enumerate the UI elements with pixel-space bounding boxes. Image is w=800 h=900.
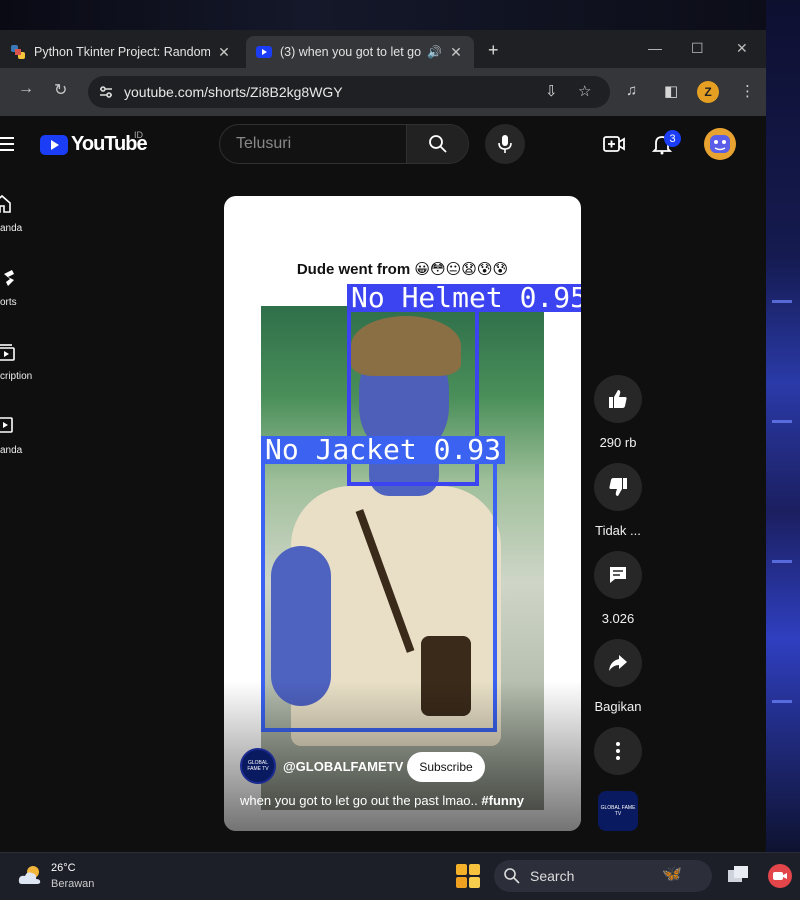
notification-badge: 3	[664, 130, 681, 147]
search-button[interactable]	[406, 125, 468, 163]
comment-button[interactable]	[594, 551, 642, 599]
share-label: Bagikan	[594, 699, 642, 714]
video-overlay-caption: Dude went from 😀😳😐😧😰😰	[296, 261, 509, 278]
minimize-icon[interactable]: —	[648, 40, 662, 56]
install-app-icon[interactable]: ⇩	[545, 82, 558, 100]
voice-search-button[interactable]	[485, 124, 525, 164]
maximize-icon[interactable]: ☐	[691, 40, 704, 57]
comment-icon	[610, 567, 626, 583]
media-control-icon[interactable]: ♫	[626, 82, 637, 99]
create-video-icon[interactable]	[602, 132, 626, 156]
youtube-logo[interactable]: YouTube	[40, 133, 148, 156]
video-bottom-gradient	[224, 681, 581, 831]
desktop-background	[0, 0, 766, 30]
hamburger-menu-icon[interactable]	[0, 137, 14, 151]
country-code: ID	[134, 130, 143, 140]
more-action	[594, 727, 642, 775]
subscriptions-icon	[0, 344, 15, 361]
weather-description: Berawan	[51, 878, 95, 890]
share-action: Bagikan	[594, 639, 642, 714]
search-icon	[428, 135, 447, 153]
speaker-icon[interactable]: 🔊	[427, 45, 442, 59]
cloudy-weather-icon[interactable]	[18, 864, 44, 886]
site-info-icon[interactable]	[98, 84, 114, 100]
close-tab-icon[interactable]: ✕	[448, 44, 464, 61]
dislike-button[interactable]	[594, 463, 642, 511]
share-button[interactable]	[594, 639, 642, 687]
tab-title: Python Tkinter Project: Random	[34, 45, 210, 59]
side-panel-icon[interactable]: ◧	[664, 82, 678, 100]
video-title[interactable]: when you got to let go out the past lmao…	[240, 793, 524, 808]
youtube-favicon-icon	[256, 44, 272, 60]
dislike-icon	[609, 478, 627, 496]
subscribe-button[interactable]: Subscribe	[407, 752, 485, 782]
task-view-icon[interactable]	[726, 864, 750, 886]
library-icon	[0, 417, 13, 433]
more-options-button[interactable]	[594, 727, 642, 775]
like-icon	[609, 390, 627, 408]
python-favicon-icon	[10, 44, 26, 60]
forward-icon[interactable]: →	[18, 80, 34, 98]
sound-thumbnail[interactable]: GLOBAL FAME TV	[598, 791, 638, 831]
video-title-text: when you got to let go out the past lmao…	[240, 793, 482, 808]
address-bar[interactable]: youtube.com/shorts/Zi8B2kg8WGY	[88, 76, 610, 108]
reload-icon[interactable]: ↻	[54, 80, 67, 100]
tab-youtube[interactable]: (3) when you got to let go o 🔊 ✕	[246, 36, 474, 68]
sidebar-item-library[interactable]: anda	[0, 416, 40, 456]
dislike-action: Tidak ...	[594, 463, 642, 538]
sidebar-item-home[interactable]: anda	[0, 194, 40, 234]
short-video-player[interactable]: Dude went from 😀😳😐😧😰😰 No Helmet 0.95 No …	[224, 196, 581, 831]
share-icon	[609, 655, 627, 671]
like-count: 290 rb	[599, 435, 637, 450]
browser-profile-avatar[interactable]: Z	[697, 81, 719, 103]
new-tab-icon[interactable]: +	[488, 40, 499, 61]
channel-avatar[interactable]: GLOBAL FAME TV	[240, 748, 276, 784]
account-avatar[interactable]	[704, 128, 736, 160]
home-icon	[0, 194, 11, 213]
channel-name[interactable]: @GLOBALFAMETV	[283, 759, 403, 774]
search-icon	[504, 868, 520, 884]
like-button[interactable]	[594, 375, 642, 423]
weather-temperature: 26°C	[51, 862, 76, 874]
sidebar-item-label: anda	[0, 445, 23, 456]
sidebar-item-label: anda	[0, 223, 23, 234]
like-action: 290 rb	[594, 375, 642, 450]
helmet-detection-label: No Helmet 0.95	[347, 284, 581, 312]
hashtag-link[interactable]: #funny	[481, 793, 524, 808]
search-bar	[219, 124, 469, 164]
more-icon	[616, 742, 620, 760]
close-window-icon[interactable]: ✕	[736, 40, 748, 57]
jacket-detection-label: No Jacket 0.93	[261, 436, 506, 464]
tab-title: (3) when you got to let go o	[280, 45, 424, 59]
microphone-icon	[498, 135, 512, 153]
sidebar-item-subscriptions[interactable]: cription	[0, 342, 40, 382]
close-tab-icon[interactable]: ✕	[216, 44, 232, 61]
dislike-label: Tidak ...	[595, 523, 641, 538]
sidebar-item-shorts[interactable]: orts	[0, 268, 40, 308]
comment-count: 3.026	[601, 611, 635, 626]
url-text: youtube.com/shorts/Zi8B2kg8WGY	[124, 84, 343, 100]
comment-action: 3.026	[594, 551, 642, 626]
browser-menu-icon[interactable]: ⋮	[740, 82, 755, 100]
sidebar-item-label: cription	[0, 371, 33, 382]
search-highlight-icon[interactable]: 🦋	[662, 864, 682, 884]
sidebar-item-label: orts	[0, 297, 17, 308]
start-button[interactable]	[456, 864, 480, 888]
shorts-icon	[4, 270, 14, 286]
tab-tkinter[interactable]: Python Tkinter Project: Random ✕	[0, 36, 242, 68]
search-input[interactable]	[220, 125, 406, 163]
desktop-wallpaper	[766, 0, 800, 852]
youtube-play-icon	[40, 134, 68, 155]
bookmark-star-icon[interactable]: ☆	[578, 82, 591, 100]
camera-app-icon[interactable]	[768, 864, 792, 888]
taskbar-search-label: Search	[530, 868, 575, 884]
